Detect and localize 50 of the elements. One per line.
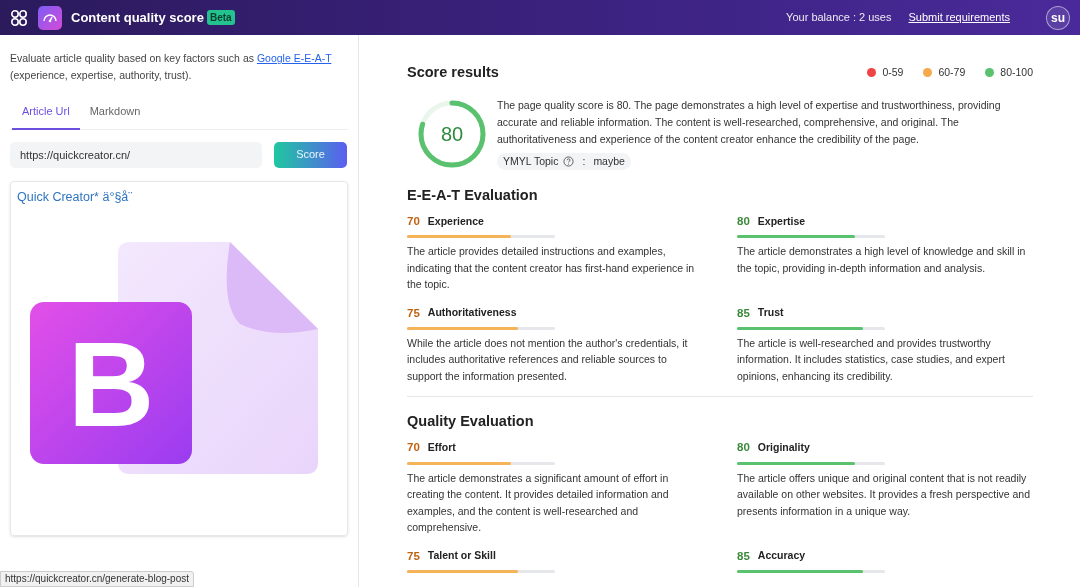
eeat-link[interactable]: Google E-E-A-T: [256, 52, 332, 64]
score-ring: [417, 98, 487, 169]
legend-label: 0-59: [882, 65, 904, 80]
metric-score: 80: [737, 213, 750, 229]
metric-score: 75: [407, 548, 420, 564]
metric-description: The article is well-researched and provides trustworthy information. It includes statistics, case studies, and expert opinions, enhancing its credibility.: [737, 335, 1006, 384]
url-input-field[interactable]: https://quickcreator.cn/: [10, 141, 262, 168]
metric-description: While the article does not mention the author's credentials, it includes authoritative references and reliable sources to support the information presented.: [407, 335, 689, 384]
ymyl-value: maybe: [593, 153, 625, 169]
ymyl-label: YMYL Topic: [503, 153, 559, 169]
metric-name: Authoritativeness: [427, 305, 517, 321]
tab[interactable]: Article Url: [12, 103, 80, 130]
metric-score: 70: [407, 440, 420, 456]
metric-name: Trust: [757, 305, 784, 321]
legend-label: 60-79: [938, 65, 966, 80]
results-heading: Score results: [407, 63, 499, 82]
score-value: 80: [440, 123, 464, 144]
status-url-tooltip: https://quickcreator.cn/generate-blog-post: [0, 571, 194, 587]
metric-description: The article demonstrates a significant amount of effort in creating the content. It provides detailed information and examples, and the content is well-researched and comprehensive.: [407, 470, 670, 535]
metric-score: 85: [737, 305, 750, 321]
section-heading: E-E-A-T Evaluation: [407, 185, 539, 205]
metric-score: 70: [407, 213, 420, 229]
section-heading: Quality Evaluation: [407, 412, 535, 432]
beta-badge: Beta: [206, 10, 235, 25]
metric-description: The article offers unique and original content that is not readily available on other websites. It provides a fresh perspective and presents information in a unique way.: [737, 470, 1031, 519]
score-summary: The page quality score is 80. The page demonstrates a high level of expertise and trustworthiness, providing accurate and reliable information. The content is well-researched, comprehensive, and original. The authoritativeness and experience of the content creator enhance the credibility of the page.: [497, 97, 1002, 147]
tab[interactable]: Markdown: [79, 103, 151, 130]
logo-letter: B: [67, 316, 155, 451]
submit-requirements-link[interactable]: Submit requirements: [908, 9, 1010, 26]
metric-score: 80: [737, 440, 750, 456]
metric-name: Talent or Skill: [427, 548, 496, 564]
app-title: Content quality score: [71, 8, 204, 27]
metric-name: Experience: [427, 213, 484, 229]
gauge-icon: [38, 5, 62, 30]
help-icon[interactable]: [563, 156, 575, 168]
metric-description: The article demonstrates a high level of knowledge and skill in the topic, providing in-depth information and analysis.: [737, 244, 1027, 276]
metric-name: Effort: [427, 440, 456, 455]
ymyl-separator: :: [582, 153, 586, 169]
app-grid-icon[interactable]: [10, 8, 28, 27]
preview-title[interactable]: Quick Creator* ä°§å¨: [11, 181, 347, 207]
intro-text: Evaluate article quality based on key factors such as Google E-E-A-T (experience, expertise, authority, trust).: [10, 51, 333, 83]
metric-name: Originality: [757, 440, 810, 455]
legend-label: 80-100: [1000, 65, 1033, 80]
metric-score: 85: [737, 548, 750, 564]
balance-text: Your balance : 2 uses: [786, 10, 892, 26]
user-avatar[interactable]: su: [1046, 5, 1070, 30]
metric-name: Accuracy: [757, 548, 806, 564]
metric-name: Expertise: [757, 213, 806, 229]
metric-description: The article provides detailed instructions and examples, indicating that the content creator has first-hand experience in the topic.: [407, 244, 696, 292]
metric-score: 75: [407, 305, 420, 321]
